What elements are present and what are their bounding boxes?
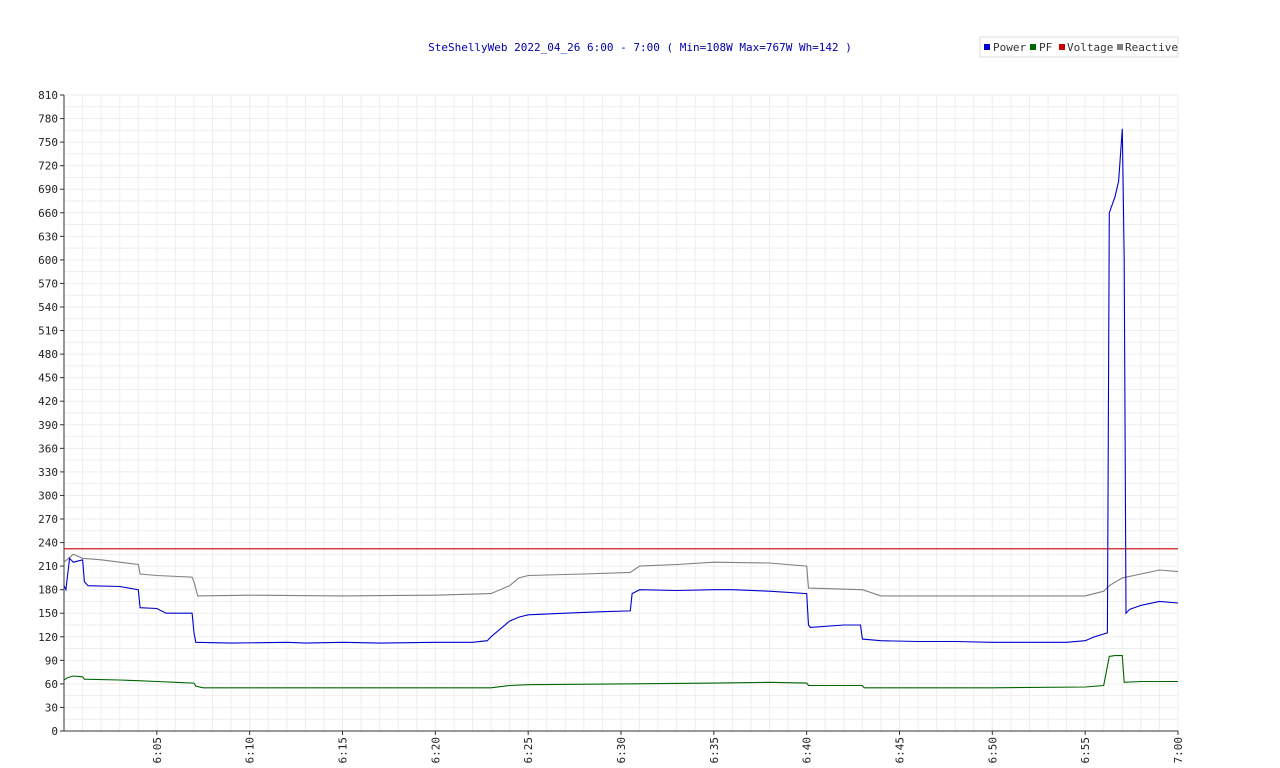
y-tick-label: 90 [45, 654, 58, 667]
y-tick-label: 180 [38, 584, 58, 597]
y-tick-label: 750 [38, 136, 58, 149]
legend-swatch-power [984, 44, 990, 50]
x-tick-label: 6:20 [429, 737, 442, 764]
y-tick-label: 0 [51, 725, 58, 738]
y-tick-label: 330 [38, 466, 58, 479]
y-tick-label: 300 [38, 489, 58, 502]
legend-swatch-pf [1030, 44, 1036, 50]
x-tick-label: 6:55 [1079, 737, 1092, 764]
axes: 0 30 60 90 120 150 180 210 240 270 300 330 360 390 420… [38, 89, 1185, 764]
legend-label-power: Power [993, 41, 1026, 54]
y-tick-label: 30 [45, 701, 58, 714]
y-tick-label: 150 [38, 607, 58, 620]
y-tick-label: 420 [38, 395, 58, 408]
x-tick-label: 6:35 [708, 737, 721, 764]
x-tick-label: 7:00 [1172, 737, 1185, 764]
y-tick-label: 600 [38, 254, 58, 267]
chart-title: SteShellyWeb 2022_04_26 6:00 - 7:00 ( Mi… [428, 41, 852, 54]
legend: Power PF Voltage Reactive [979, 36, 1179, 58]
x-tick-label: 6:50 [986, 737, 999, 764]
y-tick-label: 210 [38, 560, 58, 573]
y-tick-label: 270 [38, 513, 58, 526]
grid [63, 94, 1179, 732]
x-tick-label: 6:05 [151, 737, 164, 764]
y-tick-label: 810 [38, 89, 58, 102]
y-tick-label: 60 [45, 678, 58, 691]
y-tick-label: 540 [38, 301, 58, 314]
y-tick-label: 360 [38, 442, 58, 455]
y-tick-label: 480 [38, 348, 58, 361]
legend-label-pf: PF [1039, 41, 1052, 54]
y-tick-label: 450 [38, 372, 58, 385]
x-tick-label: 6:30 [615, 737, 628, 764]
legend-swatch-voltage [1059, 44, 1065, 50]
y-tick-label: 720 [38, 160, 58, 173]
y-tick-label: 630 [38, 230, 58, 243]
y-tick-label: 690 [38, 183, 58, 196]
line-chart: SteShellyWeb 2022_04_26 6:00 - 7:00 ( Mi… [38, 36, 1185, 764]
y-tick-label: 240 [38, 537, 58, 550]
y-tick-label: 390 [38, 419, 58, 432]
y-tick-label: 570 [38, 277, 58, 290]
legend-label-reactive: Reactive [1125, 41, 1178, 54]
x-tick-label: 6:10 [244, 737, 257, 764]
y-tick-label: 660 [38, 207, 58, 220]
x-tick-label: 6:45 [894, 737, 907, 764]
x-tick-label: 6:25 [522, 737, 535, 764]
x-tick-label: 6:40 [801, 737, 814, 764]
y-tick-label: 780 [38, 113, 58, 126]
legend-swatch-reactive [1117, 44, 1123, 50]
legend-label-voltage: Voltage [1067, 41, 1113, 54]
x-tick-label: 6:15 [337, 737, 350, 764]
y-tick-label: 120 [38, 631, 58, 644]
y-tick-label: 510 [38, 325, 58, 338]
